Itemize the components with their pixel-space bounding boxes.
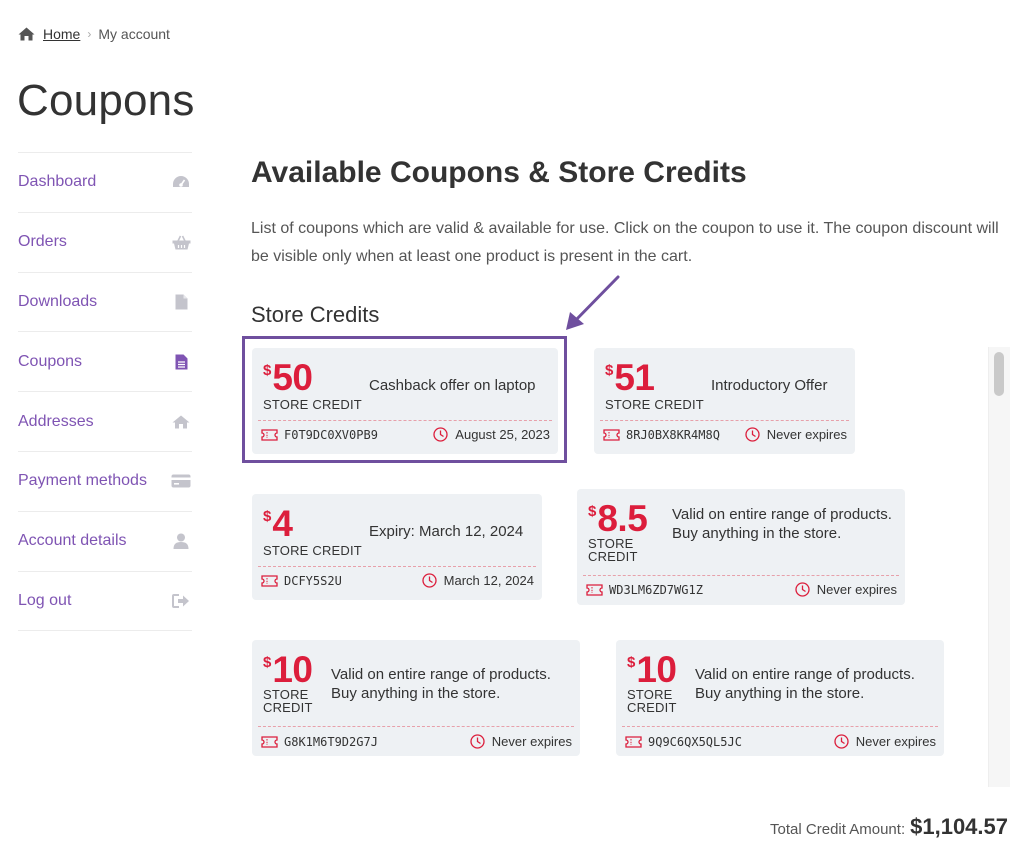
- coupon-divider: [622, 726, 938, 727]
- sidebar-item-payment-methods[interactable]: Payment methods: [18, 452, 192, 512]
- breadcrumb-home-link[interactable]: Home: [43, 26, 80, 42]
- ticket-icon: [261, 575, 278, 587]
- coupon-code: G8K1M6T9D2G7J: [261, 735, 378, 749]
- coupon-type: STORE CREDIT: [605, 397, 704, 412]
- sidebar-item-account-details[interactable]: Account details: [18, 512, 192, 572]
- scrollbar-thumb[interactable]: [994, 352, 1004, 396]
- breadcrumb: Home › My account: [18, 26, 170, 42]
- coupon-code: 9Q9C6QX5QL5JC: [625, 735, 742, 749]
- sidebar-item-dashboard[interactable]: Dashboard: [18, 153, 192, 213]
- ticket-icon: [603, 429, 620, 441]
- total-credit: Total Credit Amount: $1,104.57: [770, 814, 1008, 840]
- breadcrumb-separator: ›: [87, 27, 92, 41]
- home-icon: [170, 415, 192, 429]
- clock-icon: [795, 582, 810, 597]
- coupon-card[interactable]: $10 STORE CREDIT Valid on entire range of…: [616, 640, 944, 756]
- document-icon: [170, 354, 192, 370]
- ticket-icon: [261, 736, 278, 748]
- sidebar-item-label: Payment methods: [18, 472, 147, 490]
- home-icon: [18, 27, 35, 41]
- sidebar-item-label: Orders: [18, 233, 67, 251]
- annotation-arrow: [566, 275, 620, 330]
- sidebar-item-label: Account details: [18, 532, 127, 550]
- sidebar-item-orders[interactable]: Orders: [18, 213, 192, 273]
- user-icon: [170, 533, 192, 550]
- coupon-expiry-text: March 12, 2024: [443, 573, 534, 588]
- basket-icon: [170, 235, 192, 250]
- dashboard-gauge-icon: [170, 175, 192, 189]
- coupon-expiry-text: Never expires: [766, 427, 847, 442]
- coupon-expiry-text: Never expires: [491, 734, 572, 749]
- coupon-code: 8RJ0BX8KR4M8Q: [603, 428, 720, 442]
- breadcrumb-current: My account: [98, 26, 170, 42]
- scrollbar-track[interactable]: [988, 347, 1010, 787]
- file-icon: [170, 294, 192, 310]
- coupon-amount: $51: [605, 357, 655, 398]
- coupon-card[interactable]: $4 STORE CREDIT Expiry: March 12, 2024 D…: [252, 494, 542, 600]
- coupon-card[interactable]: $51 STORE CREDIT Introductory Offer 8RJ0…: [594, 348, 855, 454]
- coupon-description: Introductory Offer: [711, 377, 828, 394]
- sidebar-item-label: Coupons: [18, 352, 83, 370]
- highlight-box: [242, 336, 567, 463]
- total-credit-value: $1,104.57: [910, 814, 1008, 839]
- coupon-amount: $8.5: [588, 498, 648, 539]
- credit-card-icon: [170, 474, 192, 488]
- coupon-code-text: 8RJ0BX8KR4M8Q: [626, 428, 720, 442]
- coupon-amount: $4: [263, 503, 293, 544]
- coupon-code: DCFY5S2U: [261, 574, 342, 588]
- clock-icon: [834, 734, 849, 749]
- main-heading: Available Coupons & Store Credits: [251, 156, 747, 189]
- coupon-code-text: G8K1M6T9D2G7J: [284, 735, 378, 749]
- coupon-card[interactable]: $10 STORE CREDIT Valid on entire range of…: [252, 640, 580, 756]
- sidebar-item-addresses[interactable]: Addresses: [18, 392, 192, 452]
- sidebar-item-coupons[interactable]: Coupons: [18, 332, 192, 393]
- coupon-type: STORE CREDIT: [263, 543, 362, 558]
- total-credit-label: Total Credit Amount:: [770, 821, 906, 838]
- ticket-icon: [586, 584, 603, 596]
- coupon-divider: [258, 726, 574, 727]
- coupon-description: Valid on entire range of products. Buy a…: [695, 666, 915, 702]
- clock-icon: [422, 573, 437, 588]
- clock-icon: [745, 427, 760, 442]
- coupon-card[interactable]: $8.5 STORE CREDIT Valid on entire range o…: [577, 489, 905, 605]
- sidebar-item-log-out[interactable]: Log out: [18, 572, 192, 632]
- coupon-expiry-text: Never expires: [816, 582, 897, 597]
- ticket-icon: [625, 736, 642, 748]
- sidebar-item-label: Dashboard: [18, 173, 97, 191]
- coupon-expiry: Never expires: [745, 427, 847, 442]
- sidebar-item-label: Log out: [18, 591, 72, 609]
- coupon-divider: [583, 575, 899, 576]
- account-navigation: Dashboard Orders Downloads Coupons Addre…: [18, 152, 192, 632]
- coupon-code-text: DCFY5S2U: [284, 574, 342, 588]
- coupon-type: STORE CREDIT: [263, 687, 313, 715]
- coupon-code-text: WD3LM6ZD7WG1Z: [609, 583, 703, 597]
- coupon-type: STORE CREDIT: [627, 687, 677, 715]
- sidebar-item-downloads[interactable]: Downloads: [18, 273, 192, 333]
- page-title: Coupons: [17, 76, 195, 125]
- sidebar-item-label: Downloads: [18, 292, 98, 310]
- coupon-type: STORE CREDIT: [588, 536, 638, 564]
- coupon-divider: [600, 420, 849, 421]
- intro-text: List of coupons which are valid & availa…: [251, 220, 999, 265]
- coupon-description: Valid on entire range of products. Buy a…: [672, 506, 892, 542]
- coupon-expiry: Never expires: [470, 734, 572, 749]
- sidebar-item-label: Addresses: [18, 412, 94, 430]
- coupon-description: Expiry: March 12, 2024: [369, 523, 524, 540]
- clock-icon: [470, 734, 485, 749]
- coupon-expiry: Never expires: [795, 582, 897, 597]
- section-title-store-credits: Store Credits: [251, 302, 380, 327]
- coupon-divider: [258, 566, 536, 567]
- coupon-code-text: 9Q9C6QX5QL5JC: [648, 735, 742, 749]
- coupon-expiry-text: Never expires: [855, 734, 936, 749]
- coupon-expiry: March 12, 2024: [422, 573, 534, 588]
- coupon-amount: $10: [627, 649, 677, 690]
- coupon-amount: $10: [263, 649, 313, 690]
- coupon-description: Valid on entire range of products. Buy a…: [331, 666, 551, 702]
- coupon-expiry: Never expires: [834, 734, 936, 749]
- coupon-code: WD3LM6ZD7WG1Z: [586, 583, 703, 597]
- sign-out-icon: [170, 593, 192, 608]
